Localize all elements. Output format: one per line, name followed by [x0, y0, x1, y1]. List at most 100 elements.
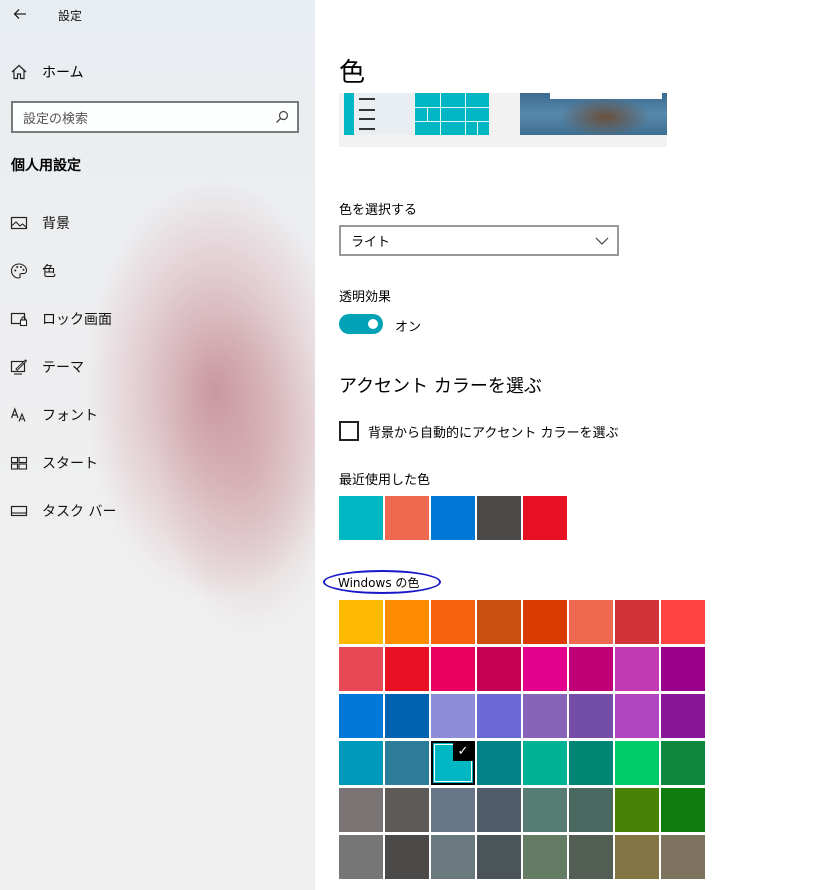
windows-colors-label: Windows の色 [338, 576, 420, 590]
color-swatch[interactable] [339, 600, 383, 644]
sidebar-item-taskbar[interactable]: タスク バー [10, 498, 270, 524]
transparency-toggle[interactable] [339, 314, 383, 334]
recent-color-swatch[interactable] [339, 496, 383, 540]
color-swatch[interactable] [615, 741, 659, 785]
color-swatch[interactable] [661, 788, 705, 832]
color-swatch[interactable] [615, 647, 659, 691]
color-swatch[interactable] [385, 600, 429, 644]
color-mode-dropdown[interactable]: ライト [339, 225, 619, 256]
theme-preview [339, 93, 667, 147]
color-swatch[interactable] [523, 600, 567, 644]
color-swatch[interactable] [569, 647, 613, 691]
color-swatch[interactable] [615, 694, 659, 738]
color-mode-value: ライト [351, 235, 391, 250]
section-title: 個人用設定 [11, 158, 81, 174]
auto-accent-checkbox[interactable] [339, 421, 359, 441]
sidebar-item-label: スタート [42, 456, 98, 472]
chevron-down-icon [595, 237, 609, 245]
sidebar-home-label: ホーム [42, 65, 84, 81]
color-swatch[interactable] [385, 647, 429, 691]
transparency-label: 透明効果 [339, 290, 392, 305]
recent-color-swatch[interactable] [477, 496, 521, 540]
color-swatch[interactable] [431, 647, 475, 691]
color-swatch[interactable] [661, 835, 705, 879]
color-swatch[interactable] [431, 694, 475, 738]
sidebar-item-label: フォント [42, 408, 98, 424]
color-swatch[interactable] [661, 694, 705, 738]
recent-colors-label: 最近使用した色 [339, 473, 431, 488]
sidebar: 設定 ホーム 設定の検索 個人用設定 背景 色 ロック画面 テーマ フォント ス… [0, 0, 315, 890]
color-swatch[interactable] [569, 600, 613, 644]
color-swatch[interactable] [477, 788, 521, 832]
lock-screen-icon [10, 312, 28, 327]
color-swatch[interactable] [569, 741, 613, 785]
choose-color-label: 色を選択する [339, 203, 418, 218]
color-swatch[interactable] [569, 694, 613, 738]
window-title: 設定 [58, 9, 83, 23]
color-swatch[interactable] [385, 788, 429, 832]
color-swatch[interactable] [339, 694, 383, 738]
color-swatch[interactable] [339, 741, 383, 785]
accent-heading: アクセント カラーを選ぶ [339, 376, 542, 397]
recent-color-swatch[interactable] [523, 496, 567, 540]
color-swatch[interactable] [477, 835, 521, 879]
color-swatch[interactable] [523, 741, 567, 785]
windows-colors-grid: ✓ [339, 600, 705, 879]
sidebar-item-label: 色 [42, 264, 56, 280]
color-swatch[interactable] [431, 835, 475, 879]
search-input[interactable]: 設定の検索 [11, 101, 299, 133]
sidebar-item-home[interactable]: ホーム [10, 60, 84, 84]
picture-icon [10, 216, 28, 230]
start-icon [10, 456, 28, 470]
recent-colors [339, 496, 567, 540]
color-swatch[interactable] [385, 741, 429, 785]
theme-icon [10, 359, 28, 375]
back-arrow-icon[interactable] [8, 2, 32, 26]
color-swatch[interactable] [661, 741, 705, 785]
color-swatch[interactable] [339, 835, 383, 879]
sidebar-item-font[interactable]: フォント [10, 402, 270, 428]
sidebar-item-label: タスク バー [42, 504, 117, 520]
color-swatch[interactable] [523, 694, 567, 738]
sidebar-item-theme[interactable]: テーマ [10, 354, 270, 380]
taskbar-icon [10, 505, 28, 517]
search-placeholder: 設定の検索 [23, 111, 89, 127]
color-swatch[interactable] [661, 600, 705, 644]
sidebar-item-start[interactable]: スタート [10, 450, 270, 476]
color-swatch[interactable] [477, 741, 521, 785]
color-swatch[interactable] [661, 647, 705, 691]
recent-color-swatch[interactable] [431, 496, 475, 540]
color-swatch[interactable] [339, 788, 383, 832]
color-swatch[interactable] [431, 788, 475, 832]
color-swatch[interactable] [431, 600, 475, 644]
color-swatch[interactable] [477, 694, 521, 738]
recent-color-swatch[interactable] [385, 496, 429, 540]
color-swatch[interactable] [339, 647, 383, 691]
sidebar-item-label: 背景 [42, 216, 70, 232]
checkmark-icon: ✓ [453, 743, 473, 761]
auto-accent-option[interactable]: 背景から自動的にアクセント カラーを選ぶ [339, 421, 618, 441]
color-swatch[interactable] [615, 835, 659, 879]
color-swatch[interactable] [569, 835, 613, 879]
color-swatch-selected[interactable]: ✓ [431, 741, 475, 785]
color-swatch[interactable] [569, 788, 613, 832]
sidebar-item-color[interactable]: 色 [10, 258, 270, 284]
color-swatch[interactable] [523, 647, 567, 691]
sidebar-item-label: テーマ [42, 360, 84, 376]
page-title: 色 [339, 58, 366, 88]
main-content: 色 色を選択する ライト 透明効果 オン アクセント カラーを選ぶ 背景から自動… [315, 0, 823, 890]
sidebar-item-label: ロック画面 [42, 312, 112, 328]
sidebar-item-lock-screen[interactable]: ロック画面 [10, 306, 270, 332]
color-swatch[interactable] [385, 694, 429, 738]
color-swatch[interactable] [477, 647, 521, 691]
auto-accent-label: 背景から自動的にアクセント カラーを選ぶ [368, 425, 619, 441]
color-swatch[interactable] [523, 788, 567, 832]
color-swatch[interactable] [615, 600, 659, 644]
home-icon [11, 64, 27, 80]
color-swatch[interactable] [385, 835, 429, 879]
sidebar-item-background[interactable]: 背景 [10, 210, 270, 236]
color-swatch[interactable] [615, 788, 659, 832]
color-swatch[interactable] [523, 835, 567, 879]
color-swatch[interactable] [477, 600, 521, 644]
font-icon [10, 407, 26, 422]
